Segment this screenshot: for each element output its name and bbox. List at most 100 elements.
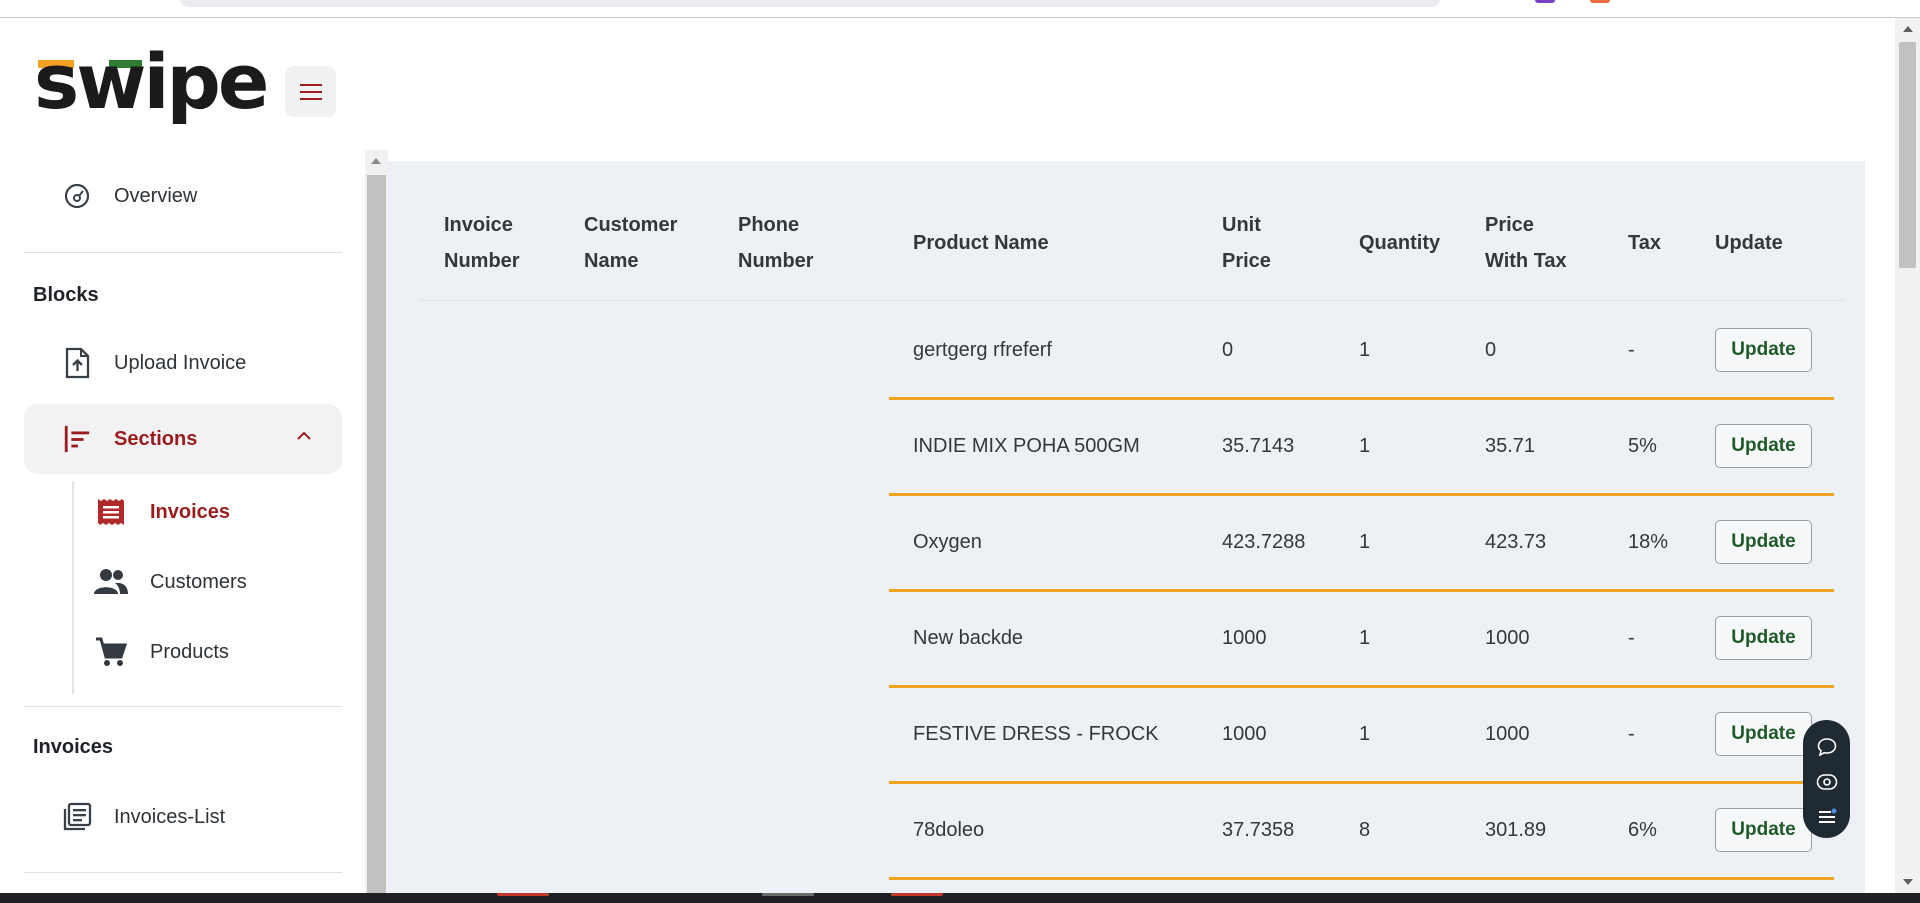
unit-price-cell: 1000 [1222, 626, 1267, 649]
sidebar-item-upload-invoice[interactable]: Upload Invoice [24, 328, 342, 398]
file-upload-icon [62, 347, 92, 379]
product-name-cell: Oxygen [913, 530, 982, 553]
scroll-up-arrow-icon[interactable] [1903, 26, 1913, 32]
sidebar-item-label: Invoices-List [114, 805, 226, 828]
chevron-up-icon[interactable] [296, 429, 312, 447]
col-header-update: Update [1715, 232, 1783, 254]
quantity-cell: 1 [1359, 722, 1371, 745]
price-with-tax-cell: 1000 [1485, 626, 1530, 649]
browser-top-strip [0, 0, 1920, 18]
price-with-tax-cell: 423.73 [1485, 530, 1547, 553]
update-button[interactable]: Update [1715, 520, 1812, 564]
scroll-down-arrow-icon[interactable] [1903, 879, 1913, 885]
sidebar-subitem-invoices[interactable]: Invoices [94, 482, 334, 542]
product-name-cell: gertgerg rfreferf [913, 338, 1052, 361]
cart-icon [94, 635, 128, 669]
price-with-tax-cell: 301.89 [1485, 818, 1547, 841]
sidebar-item-label: Overview [114, 184, 198, 207]
col-header-product-name[interactable]: Product Name [913, 225, 1049, 261]
tax-cell: 5% [1628, 434, 1657, 457]
chat-icon[interactable] [1812, 732, 1842, 761]
taskbar-indicator [891, 893, 943, 896]
sidebar-item-overview[interactable]: Overview [24, 161, 342, 231]
col-header-unit-price[interactable]: Unit Price [1222, 207, 1271, 279]
product-name-cell: New backde [913, 626, 1024, 649]
price-with-tax-cell: 1000 [1485, 722, 1530, 745]
sidebar-subitem-customers[interactable]: Customers [94, 552, 334, 612]
table-row: New backde 1000 1 1000 - Update [388, 590, 1865, 688]
col-header-tax[interactable]: Tax [1628, 225, 1661, 261]
update-button[interactable]: Update [1715, 712, 1812, 756]
price-with-tax-cell: 0 [1485, 338, 1497, 361]
col-header-phone-number[interactable]: Phone Number [738, 207, 814, 279]
table-row: INDIE MIX POHA 500GM 35.7143 1 35.71 5% … [388, 398, 1865, 496]
list-settings-icon[interactable] [1812, 803, 1842, 832]
unit-price-cell: 1000 [1222, 722, 1267, 745]
tax-cell: - [1628, 722, 1635, 745]
hamburger-menu-button[interactable] [285, 66, 336, 117]
people-icon [94, 565, 128, 599]
sidebar-item-invoices-list[interactable]: Invoices-List [24, 782, 342, 852]
logo-text: swipe [34, 37, 269, 126]
sidebar-item-label: Invoices [150, 500, 231, 523]
unit-price-cell: 423.7288 [1222, 530, 1306, 553]
product-name-cell: FESTIVE DRESS - FROCK [913, 722, 1159, 745]
sidebar-subitem-products[interactable]: Products [94, 622, 334, 682]
table-row: gertgerg rfreferf 0 1 0 - Update [388, 302, 1865, 400]
sidebar-item-label: Products [150, 640, 229, 663]
unit-price-cell: 35.7143 [1222, 434, 1295, 457]
tax-cell: 18% [1628, 530, 1669, 553]
sidebar-divider [24, 872, 342, 873]
sidebar-item-label: Customers [150, 570, 247, 593]
swipe-logo[interactable]: swipe [34, 44, 269, 124]
product-name-cell: INDIE MIX POHA 500GM [913, 434, 1140, 457]
header-divider [421, 300, 1844, 301]
extension-icon-orange[interactable] [1590, 0, 1610, 3]
tax-cell: - [1628, 338, 1635, 361]
receipt-icon [94, 495, 128, 529]
quantity-cell: 1 [1359, 338, 1371, 361]
taskbar-strip [0, 893, 1920, 903]
sidebar-item-label: Sections [114, 427, 198, 450]
invoice-table-panel: Invoice Number Customer Name Phone Numbe… [388, 161, 1865, 893]
list-icon [62, 802, 92, 832]
price-with-tax-cell: 35.71 [1485, 434, 1536, 457]
quantity-cell: 1 [1359, 626, 1371, 649]
col-header-invoice-number[interactable]: Invoice Number [444, 207, 520, 279]
scroll-up-arrow-icon[interactable] [371, 158, 381, 164]
page-scrollbar-thumb[interactable] [1899, 42, 1916, 268]
sections-icon [62, 424, 92, 454]
tax-cell: - [1628, 626, 1635, 649]
unit-price-cell: 0 [1222, 338, 1234, 361]
table-row: 78doleo 37.7358 8 301.89 6% Update [388, 782, 1865, 880]
extension-icon-purple[interactable] [1535, 0, 1555, 3]
quantity-cell: 8 [1359, 818, 1371, 841]
eye-icon[interactable] [1812, 767, 1842, 796]
page-scrollbar[interactable] [1895, 18, 1920, 893]
quantity-cell: 1 [1359, 530, 1371, 553]
update-button[interactable]: Update [1715, 616, 1812, 660]
table-row: FESTIVE DRESS - FROCK 1000 1 1000 - Upda… [388, 686, 1865, 784]
gauge-icon [62, 181, 92, 211]
row-separator [889, 877, 1834, 880]
taskbar-indicator [762, 893, 814, 896]
update-button[interactable]: Update [1715, 808, 1812, 852]
sidebar-item-label: Upload Invoice [114, 351, 247, 374]
update-button[interactable]: Update [1715, 328, 1812, 372]
address-bar[interactable] [180, 0, 1440, 7]
tax-cell: 6% [1628, 818, 1657, 841]
floating-toolbar [1803, 720, 1850, 838]
col-header-customer-name[interactable]: Customer Name [584, 207, 677, 279]
unit-price-cell: 37.7358 [1222, 818, 1295, 841]
quantity-cell: 1 [1359, 434, 1371, 457]
sidebar-item-sections[interactable]: Sections [24, 404, 342, 474]
submenu-guide-line [72, 481, 74, 694]
sidebar-divider [24, 706, 342, 707]
col-header-quantity[interactable]: Quantity [1359, 225, 1440, 261]
panel-scrollbar-thumb[interactable] [367, 175, 386, 893]
update-button[interactable]: Update [1715, 424, 1812, 468]
col-header-price-with-tax[interactable]: Price With Tax [1485, 207, 1567, 279]
taskbar-indicator [497, 893, 549, 896]
product-name-cell: 78doleo [913, 818, 985, 841]
panel-scrollbar[interactable] [365, 150, 388, 893]
